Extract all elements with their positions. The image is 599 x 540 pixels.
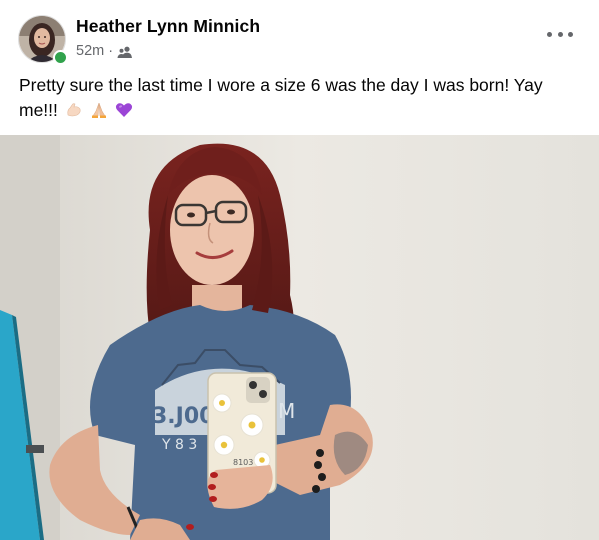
flexed-biceps-emoji (67, 103, 81, 117)
author-name[interactable]: Heather Lynn Minnich (76, 16, 260, 37)
online-status-indicator (53, 50, 68, 65)
post-message: Pretty sure the last time I wore a size … (19, 73, 584, 123)
shirt-graphic-letter: M (278, 399, 295, 423)
friends-icon[interactable] (117, 46, 133, 58)
purple-heart-emoji (115, 103, 132, 117)
post-photo[interactable]: 3.J00I Y 8 3 M 8103 (0, 135, 599, 540)
folded-hands-emoji (91, 102, 106, 118)
phone-case-text: 8103 (233, 458, 253, 467)
more-options-button[interactable] (547, 27, 573, 41)
profile-picture[interactable] (18, 15, 68, 65)
feed-post: Heather Lynn Minnich 52m · Pretty sure t… (0, 0, 599, 540)
post-timestamp[interactable]: 52m (76, 43, 104, 59)
post-header: Heather Lynn Minnich 52m · (0, 0, 599, 68)
post-meta: 52m · (76, 43, 133, 59)
meta-separator: · (108, 43, 114, 59)
ellipsis-icon-dot (557, 31, 563, 37)
mirror-selfie-image: 3.J00I Y 8 3 M 8103 (0, 135, 599, 540)
ellipsis-icon-dot (568, 31, 573, 37)
ellipsis-icon-dot (547, 31, 552, 37)
shirt-graphic-subtext: Y 8 3 (161, 437, 197, 453)
